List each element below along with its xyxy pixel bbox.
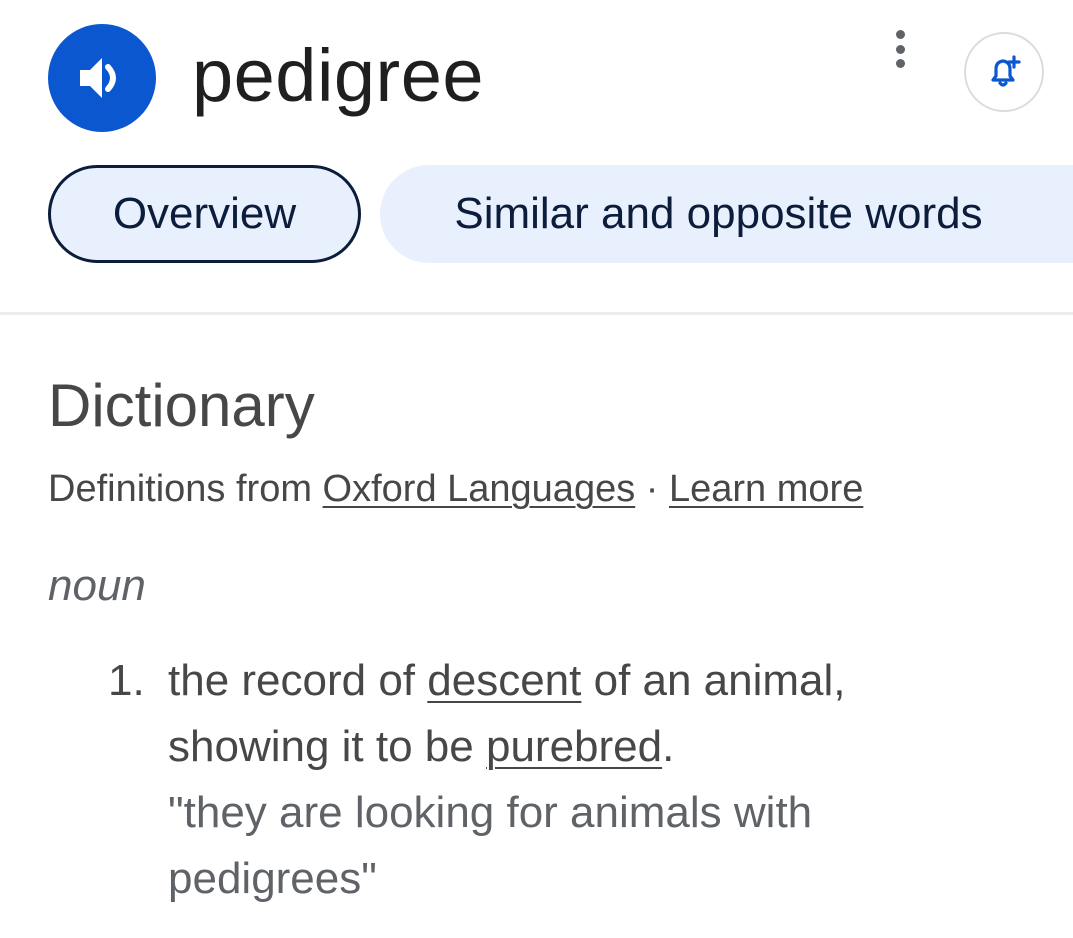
- bell-plus-icon: [991, 55, 1021, 87]
- tab-overview[interactable]: Overview: [48, 165, 361, 263]
- purebred-link[interactable]: purebred: [486, 722, 662, 771]
- create-alert-button[interactable]: [964, 32, 1044, 112]
- learn-more-link[interactable]: Learn more: [669, 468, 863, 510]
- usage-example: "they are looking for animals with pedig…: [168, 788, 813, 903]
- definition-number: 1.: [108, 656, 145, 705]
- section-title: Dictionary: [48, 372, 315, 439]
- definition-item: the record of descent of an animal, show…: [168, 648, 928, 912]
- pronunciation-speaker-button[interactable]: [48, 24, 156, 132]
- more-options-button[interactable]: [880, 26, 920, 72]
- more-vertical-icon: [895, 30, 905, 39]
- definition-text: .: [662, 722, 675, 771]
- part-of-speech: noun: [48, 561, 146, 610]
- definition-text: the record of: [168, 656, 428, 705]
- definition-source-line: Definitions from Oxford Languages · Lear…: [48, 466, 863, 512]
- oxford-languages-link[interactable]: Oxford Languages: [323, 468, 636, 510]
- speaker-icon: [80, 58, 116, 98]
- source-separator: ·: [635, 468, 669, 510]
- tab-similar-and-opposite-words[interactable]: Similar and opposite words: [380, 165, 1073, 263]
- descent-link[interactable]: descent: [427, 656, 581, 705]
- source-prefix: Definitions from: [48, 468, 323, 510]
- section-divider: [0, 312, 1073, 315]
- headword: pedigree: [192, 34, 485, 117]
